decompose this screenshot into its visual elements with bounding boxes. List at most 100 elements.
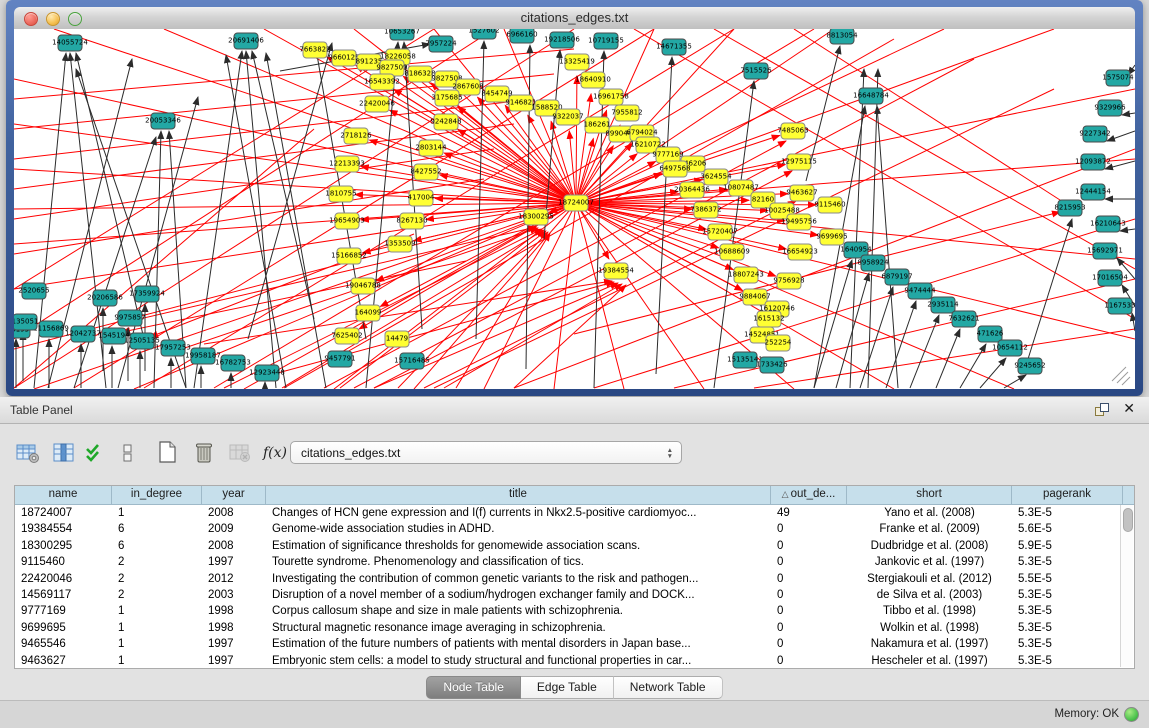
graph-node[interactable]: 8958924 [857, 255, 889, 271]
graph-node[interactable]: 9322037 [552, 109, 583, 125]
graph-node[interactable]: 2718126 [340, 128, 372, 144]
graph-edge[interactable] [514, 285, 626, 388]
table-row[interactable]: 946554611997Estimation of the future num… [15, 636, 1134, 652]
table-row[interactable]: 2242004622012Investigating the contribut… [15, 571, 1134, 587]
graph-edge[interactable] [1122, 377, 1130, 385]
graph-edge[interactable] [1122, 113, 1135, 115]
graph-node[interactable]: 1167533 [1104, 298, 1135, 314]
select-rows-icon[interactable] [82, 439, 110, 467]
graph-node[interactable]: 7955812 [611, 105, 642, 121]
graph-node[interactable]: 1353509 [384, 236, 415, 252]
graph-node[interactable]: 16210643 [1090, 216, 1126, 232]
network-canvas[interactable]: 1872400718300295193845547663822966012589… [14, 29, 1135, 389]
window-titlebar[interactable]: citations_edges.txt [14, 7, 1135, 30]
new-table-icon[interactable] [154, 439, 182, 467]
graph-edge[interactable] [936, 329, 960, 388]
graph-node[interactable]: 17016504 [1092, 270, 1128, 286]
graph-node[interactable]: 135051 [14, 314, 38, 330]
graph-node[interactable]: 1810755 [325, 186, 356, 202]
graph-edge[interactable] [960, 344, 986, 388]
graph-node[interactable]: 13325419 [559, 54, 595, 70]
column-header-year[interactable]: year [202, 486, 266, 504]
graph-edge[interactable] [1004, 375, 1026, 388]
graph-node[interactable]: 10688609 [714, 244, 750, 260]
graph-edge[interactable] [1107, 131, 1135, 141]
graph-edge[interactable] [754, 329, 1135, 388]
graph-node[interactable]: 9115460 [814, 197, 845, 213]
table-row[interactable]: 1872400712008Changes of HCN gene express… [15, 505, 1134, 521]
tab-node-table[interactable]: Node Table [426, 676, 521, 699]
graph-node[interactable]: 8427552 [410, 164, 441, 180]
table-vertical-scrollbar[interactable] [1120, 505, 1133, 667]
graph-node[interactable]: 19495756 [781, 214, 817, 230]
graph-node[interactable]: 7957224 [425, 36, 457, 52]
graph-edge[interactable] [814, 260, 852, 388]
graph-edge[interactable] [574, 212, 1060, 334]
graph-node[interactable]: 9756928 [773, 273, 804, 289]
graph-edge[interactable] [1112, 367, 1126, 381]
graph-node[interactable]: 19218506 [544, 32, 580, 48]
graph-node[interactable]: 9463627 [786, 185, 817, 201]
graph-edge[interactable] [554, 203, 576, 389]
graph-edge[interactable] [714, 29, 1135, 269]
column-header-in_degree[interactable]: in_degree [112, 486, 202, 504]
table-selector-dropdown[interactable]: citations_edges.txt ▲▼ [290, 441, 682, 464]
canvas-resize-grip[interactable] [1112, 367, 1130, 385]
graph-node[interactable]: 7663822 [299, 42, 330, 58]
graph-node[interactable]: 6497568 [659, 161, 690, 177]
graph-node[interactable]: 14671355 [656, 39, 692, 55]
select-column-icon[interactable] [50, 439, 78, 467]
graph-node[interactable]: 471626 [977, 326, 1004, 342]
graph-node[interactable]: 164099 [355, 305, 382, 321]
graph-node[interactable]: 10653267 [384, 29, 420, 40]
graph-node[interactable]: 9242848 [430, 114, 461, 130]
graph-edge[interactable] [910, 315, 939, 388]
column-header-out_de[interactable]: △out_de... [771, 486, 847, 504]
graph-node[interactable]: 7625402 [331, 328, 362, 344]
graph-node[interactable]: 1733426 [756, 357, 788, 373]
graph-node[interactable]: 9227342 [1079, 126, 1110, 142]
column-header-pagerank[interactable]: pagerank [1012, 486, 1123, 504]
row-height-icon[interactable] [114, 439, 142, 467]
tab-network-table[interactable]: Network Table [614, 676, 723, 699]
graph-node[interactable]: 12444154 [1075, 184, 1111, 200]
tab-edge-table[interactable]: Edge Table [521, 676, 614, 699]
graph-edge[interactable] [1028, 219, 1072, 359]
graph-node[interactable]: 8813054 [826, 29, 858, 44]
graph-edge[interactable] [576, 29, 1054, 203]
graph-node[interactable]: 9474444 [904, 283, 936, 299]
graph-node[interactable]: 1615132 [753, 311, 784, 327]
graph-node[interactable]: 9329966 [1094, 100, 1126, 116]
graph-node[interactable]: 22420046 [359, 96, 395, 112]
close-panel-icon[interactable]: ✕ [1123, 400, 1135, 417]
graph-node[interactable]: 12093872 [1075, 154, 1111, 170]
graph-node[interactable]: 16961758 [593, 89, 629, 105]
graph-node[interactable]: 9975857 [114, 310, 145, 326]
graph-node[interactable]: 8267130 [396, 213, 427, 229]
graph-node[interactable]: 19384554 [598, 263, 634, 279]
graph-node[interactable]: 12975115 [781, 154, 817, 170]
graph-edge[interactable] [458, 129, 576, 203]
graph-node[interactable]: 16654923 [782, 244, 818, 260]
graph-node[interactable]: 417004 [408, 190, 435, 206]
graph-node[interactable]: 7515526 [740, 63, 772, 79]
table-settings-icon[interactable] [14, 439, 42, 467]
graph-node[interactable]: 20691406 [228, 33, 264, 49]
graph-node[interactable]: 15692971 [1087, 243, 1123, 259]
graph-edge[interactable] [434, 89, 1054, 388]
table-row[interactable]: 1456911722003Disruption of a novel membe… [15, 587, 1134, 603]
graph-node[interactable]: 14055724 [52, 35, 88, 51]
table-row[interactable]: 1830029562008Estimation of significance … [15, 538, 1134, 554]
graph-edge[interactable] [576, 76, 577, 203]
table-row[interactable]: 1938455462009Genome-wide association stu… [15, 521, 1134, 537]
graph-node[interactable]: 9457791 [324, 351, 355, 367]
delete-list-icon[interactable] [190, 439, 218, 467]
graph-node[interactable]: 8215953 [1054, 200, 1085, 216]
graph-node[interactable]: 2520655 [18, 283, 49, 299]
scrollbar-thumb[interactable] [1123, 508, 1133, 532]
graph-node[interactable]: 252254 [765, 335, 792, 351]
graph-node[interactable]: 1575074 [1102, 70, 1134, 86]
graph-node[interactable]: 6879197 [881, 269, 912, 285]
graph-edge[interactable] [794, 29, 1074, 209]
graph-node[interactable]: 7485063 [777, 123, 808, 139]
